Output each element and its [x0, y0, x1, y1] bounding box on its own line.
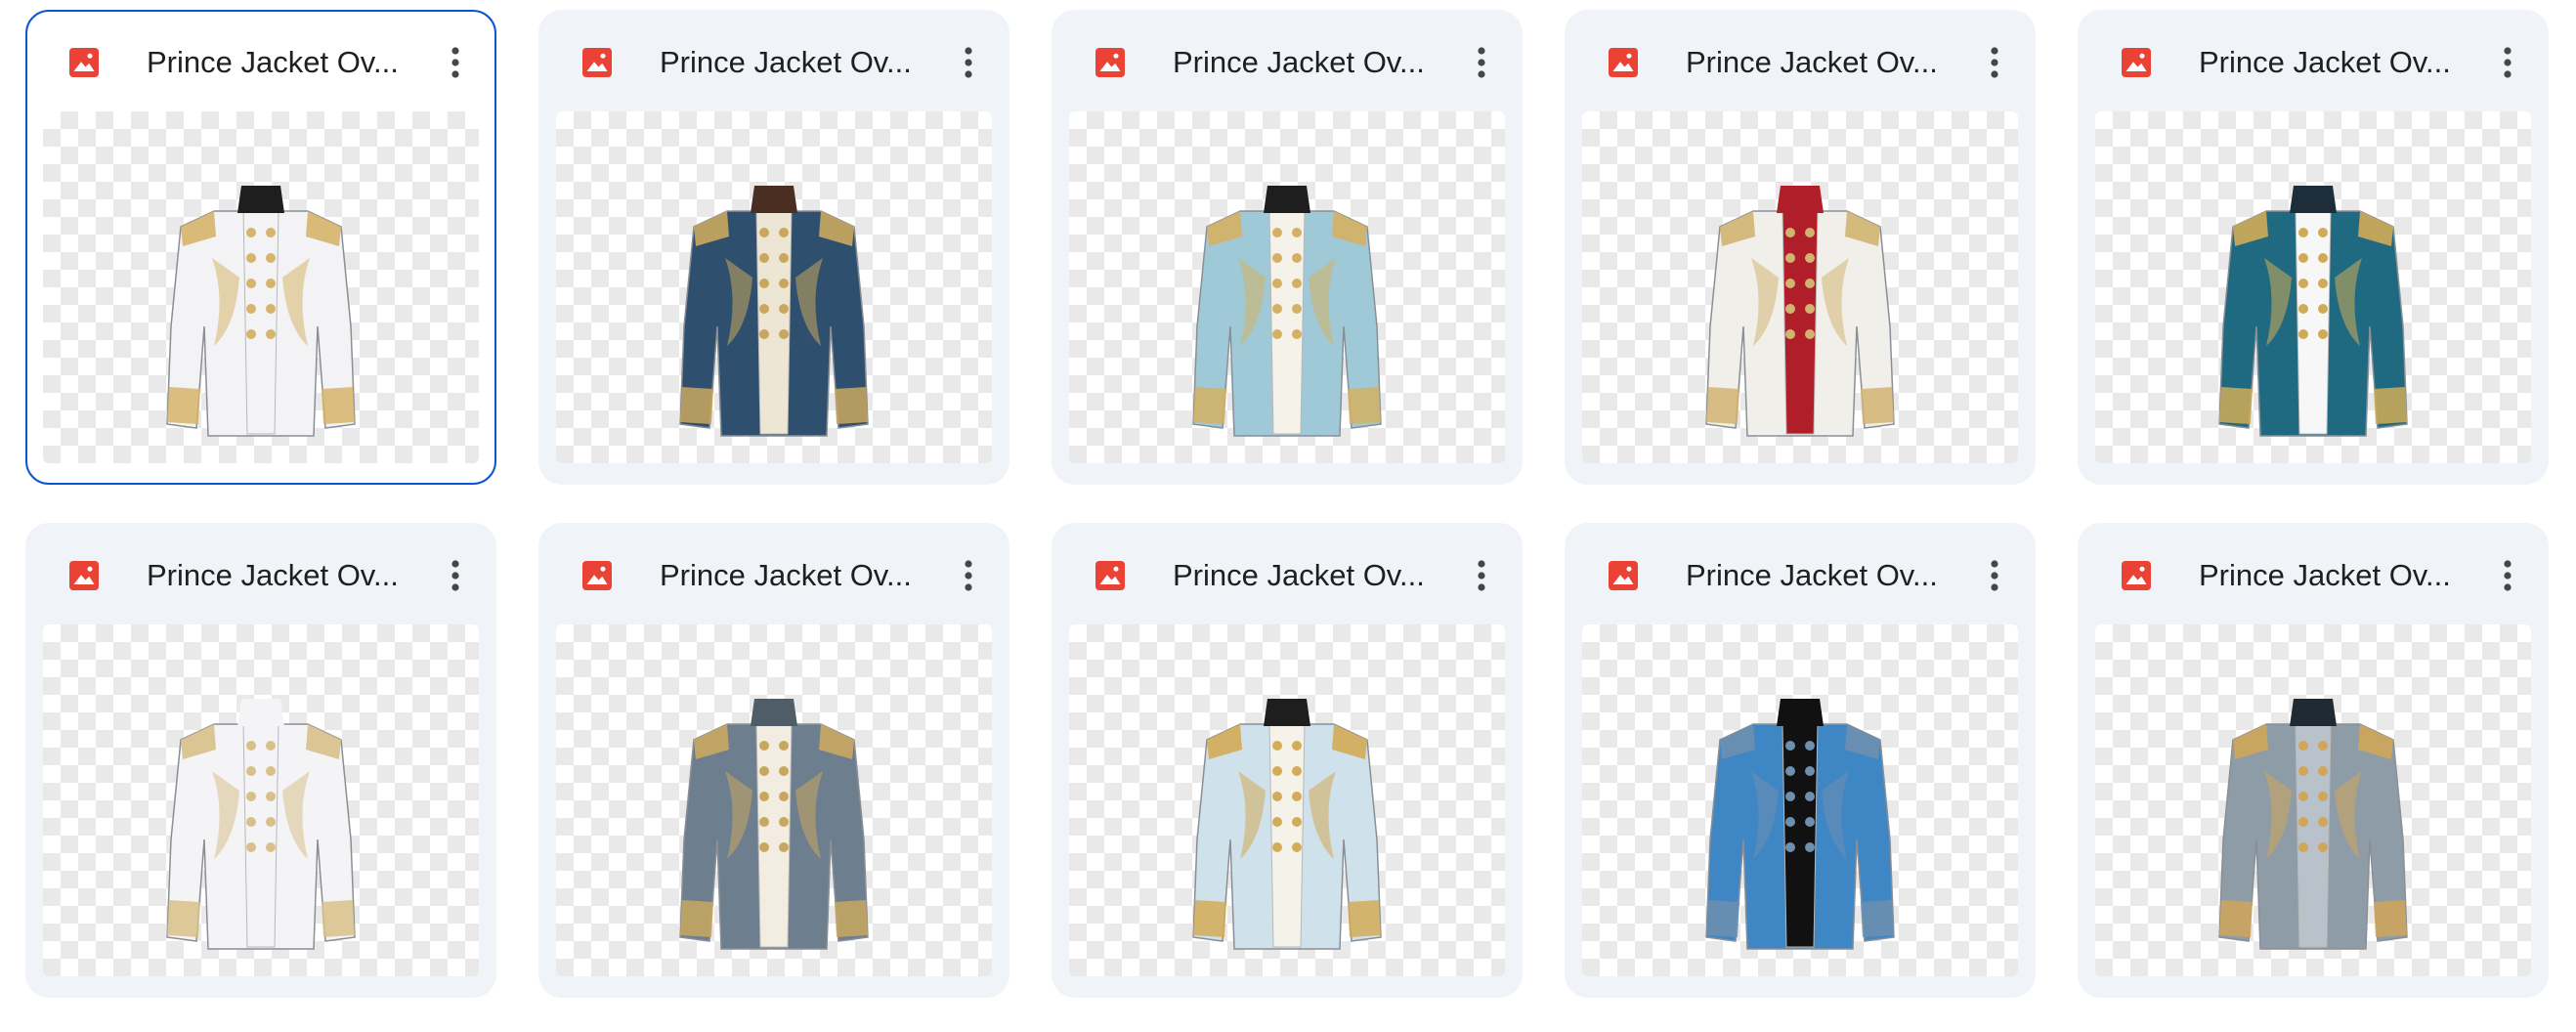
- jacket-image: [2218, 699, 2408, 950]
- more-vert-icon: [2504, 47, 2512, 78]
- file-card[interactable]: Prince Jacket Ov...: [1565, 523, 2036, 998]
- more-vert-icon: [451, 47, 459, 78]
- file-card[interactable]: Prince Jacket Ov...: [2078, 10, 2549, 485]
- more-vert-icon: [1991, 47, 1998, 78]
- file-thumbnail[interactable]: [1582, 111, 2018, 463]
- more-actions-button[interactable]: [1975, 556, 2014, 595]
- image-file-icon: [582, 561, 612, 590]
- image-file-icon: [2122, 48, 2151, 77]
- image-file-icon: [69, 561, 99, 590]
- more-actions-button[interactable]: [436, 43, 475, 82]
- jacket-image: [1705, 186, 1895, 437]
- jacket-image: [679, 699, 869, 950]
- more-vert-icon: [2504, 560, 2512, 591]
- file-thumbnail[interactable]: [43, 111, 479, 463]
- file-title[interactable]: Prince Jacket Ov...: [1173, 551, 1456, 600]
- card-header: Prince Jacket Ov...: [1052, 10, 1523, 108]
- more-vert-icon: [1478, 560, 1485, 591]
- more-actions-button[interactable]: [949, 556, 988, 595]
- image-file-icon: [69, 48, 99, 77]
- card-header: Prince Jacket Ov...: [538, 10, 1009, 108]
- file-card[interactable]: Prince Jacket Ov...: [2078, 523, 2549, 998]
- file-card[interactable]: Prince Jacket Ov...: [538, 523, 1009, 998]
- card-header: Prince Jacket Ov...: [25, 523, 496, 621]
- jacket-image: [2218, 186, 2408, 437]
- file-thumbnail[interactable]: [2095, 624, 2531, 976]
- more-actions-button[interactable]: [2488, 556, 2527, 595]
- more-vert-icon: [965, 47, 972, 78]
- file-thumbnail[interactable]: [556, 624, 992, 976]
- jacket-image: [166, 186, 356, 437]
- file-thumbnail[interactable]: [43, 624, 479, 976]
- file-thumbnail[interactable]: [1069, 111, 1505, 463]
- file-title[interactable]: Prince Jacket Ov...: [1173, 38, 1456, 87]
- file-title[interactable]: Prince Jacket Ov...: [660, 551, 943, 600]
- card-header: Prince Jacket Ov...: [2078, 523, 2549, 621]
- card-header: Prince Jacket Ov...: [27, 12, 494, 109]
- card-header: Prince Jacket Ov...: [538, 523, 1009, 621]
- more-vert-icon: [1991, 560, 1998, 591]
- image-file-icon: [1609, 48, 1638, 77]
- file-card[interactable]: Prince Jacket Ov...: [25, 10, 496, 485]
- more-vert-icon: [1478, 47, 1485, 78]
- file-card[interactable]: Prince Jacket Ov...: [1052, 523, 1523, 998]
- image-file-icon: [1095, 48, 1125, 77]
- file-title[interactable]: Prince Jacket Ov...: [147, 551, 430, 600]
- card-header: Prince Jacket Ov...: [1565, 10, 2036, 108]
- file-card[interactable]: Prince Jacket Ov...: [1052, 10, 1523, 485]
- file-thumbnail[interactable]: [1582, 624, 2018, 976]
- file-title[interactable]: Prince Jacket Ov...: [147, 38, 430, 87]
- file-thumbnail[interactable]: [556, 111, 992, 463]
- jacket-image: [1192, 186, 1382, 437]
- file-title[interactable]: Prince Jacket Ov...: [2199, 551, 2482, 600]
- file-thumbnail[interactable]: [1069, 624, 1505, 976]
- file-title[interactable]: Prince Jacket Ov...: [660, 38, 943, 87]
- more-actions-button[interactable]: [2488, 43, 2527, 82]
- file-title[interactable]: Prince Jacket Ov...: [1686, 38, 1969, 87]
- jacket-image: [679, 186, 869, 437]
- card-header: Prince Jacket Ov...: [2078, 10, 2549, 108]
- file-card[interactable]: Prince Jacket Ov...: [1565, 10, 2036, 485]
- file-card[interactable]: Prince Jacket Ov...: [25, 523, 496, 998]
- more-actions-button[interactable]: [1975, 43, 2014, 82]
- more-vert-icon: [965, 560, 972, 591]
- file-card[interactable]: Prince Jacket Ov...: [538, 10, 1009, 485]
- card-header: Prince Jacket Ov...: [1052, 523, 1523, 621]
- image-file-icon: [582, 48, 612, 77]
- jacket-image: [166, 699, 356, 950]
- jacket-image: [1705, 699, 1895, 950]
- more-actions-button[interactable]: [949, 43, 988, 82]
- file-title[interactable]: Prince Jacket Ov...: [1686, 551, 1969, 600]
- more-actions-button[interactable]: [1462, 556, 1501, 595]
- image-file-icon: [1609, 561, 1638, 590]
- file-title[interactable]: Prince Jacket Ov...: [2199, 38, 2482, 87]
- jacket-image: [1192, 699, 1382, 950]
- more-vert-icon: [451, 560, 459, 591]
- image-file-icon: [2122, 561, 2151, 590]
- more-actions-button[interactable]: [436, 556, 475, 595]
- file-thumbnail[interactable]: [2095, 111, 2531, 463]
- image-file-icon: [1095, 561, 1125, 590]
- more-actions-button[interactable]: [1462, 43, 1501, 82]
- card-header: Prince Jacket Ov...: [1565, 523, 2036, 621]
- file-grid: Prince Jacket Ov... Prince Jacket Ov... …: [0, 0, 2576, 1032]
